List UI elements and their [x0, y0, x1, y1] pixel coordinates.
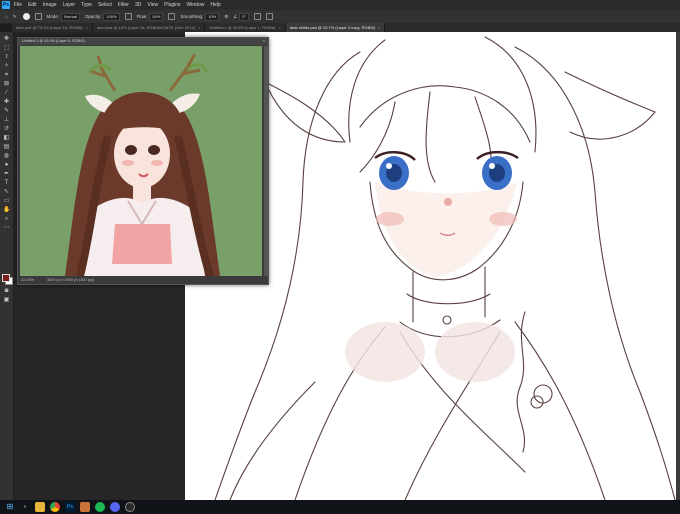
blur-tool-icon[interactable]: ◍ [3, 153, 10, 159]
flow-field[interactable]: 50% [149, 12, 164, 21]
close-icon[interactable]: × [198, 25, 200, 30]
obs-icon[interactable] [125, 502, 135, 512]
menu-file[interactable]: File [14, 2, 22, 8]
tools-panel: ✥ ⬚ ℓ ✧ ⌗ ⊠ ⁄ ✚ ✎ ⊥ ↺ ◧ ▤ ◍ ● ✒ T ↖ ▭ ✋ … [0, 32, 14, 500]
close-icon[interactable]: × [263, 38, 265, 45]
tab-label: deer.psd @ 10% (Layer 16, RGB/8#/CMYK (G… [96, 25, 195, 30]
quick-mask-icon[interactable]: ◙ [3, 288, 10, 294]
photoshop-icon[interactable]: Ps [65, 502, 75, 512]
tab-document-2[interactable]: deer.psd @ 10% (Layer 16, RGB/8#/CMYK (G… [93, 23, 206, 32]
airbrush-icon[interactable] [168, 13, 176, 20]
spotify-icon[interactable] [95, 502, 105, 512]
tab-document-3[interactable]: Untitled-1 @ 39.6% (Layer 1, RGB/8) × [205, 23, 286, 32]
path-selection-tool-icon[interactable]: ↖ [3, 189, 10, 195]
canvas-scrollbar[interactable] [676, 32, 680, 500]
smoothing-field[interactable]: 10% [205, 12, 220, 21]
menu-image[interactable]: Image [43, 2, 57, 8]
window-title-bar[interactable]: Untitled-1 @ 53.9% (Layer 0, RGB/8) × [18, 38, 268, 45]
brush-preset-picker[interactable] [22, 13, 30, 20]
clone-stamp-tool-icon[interactable]: ⊥ [3, 117, 10, 123]
more-tools-icon[interactable]: ⋯ [3, 225, 10, 231]
mode-label: Mode: [46, 14, 60, 19]
eraser-tool-icon[interactable]: ◧ [3, 135, 10, 141]
menu-view[interactable]: View [147, 2, 158, 8]
tab-label: deer.psd @ 73.1% (Layer 16, RGB/8) [16, 25, 83, 30]
home-icon[interactable]: ⌂ [5, 14, 8, 19]
brush-tool-icon[interactable]: ✎ [3, 108, 10, 114]
document-tab-bar: deer.psd @ 73.1% (Layer 16, RGB/8) × deer… [12, 23, 680, 32]
type-tool-icon[interactable]: T [3, 180, 10, 186]
tab-label: dear shiller.psd @ 22.7% (Layer 4 copy, … [289, 25, 375, 30]
frame-tool-icon[interactable]: ⊠ [3, 81, 10, 87]
smoothing-label: Smoothing: [180, 14, 204, 19]
menu-window[interactable]: Window [187, 2, 205, 8]
mode-select[interactable]: Normal [61, 12, 80, 21]
options-bar: ⌂ ✎ Mode: Normal Opacity: 100% Flow: 50%… [0, 10, 680, 24]
mode-control: Mode: Normal [46, 12, 80, 21]
menu-edit[interactable]: Edit [28, 2, 37, 8]
rectangle-tool-icon[interactable]: ▭ [3, 198, 10, 204]
angle-icon: ∠ [233, 13, 238, 19]
window-status-bar: 22.43% 3000 px x 3000 px (300 ppi) [18, 277, 268, 284]
angle-control: ∠ 0° [233, 12, 250, 21]
foreground-color-swatch[interactable] [2, 274, 10, 282]
menu-3d[interactable]: 3D [135, 2, 141, 8]
document-size: 3000 px x 3000 px (300 ppi) [46, 278, 95, 282]
menu-bar: Ps File Edit Image Layer Type Select Fil… [0, 0, 680, 10]
gradient-tool-icon[interactable]: ▤ [3, 144, 10, 150]
windows-taskbar: ⊞ ⌕ Ps [0, 500, 680, 514]
window-scrollbar[interactable] [264, 46, 268, 276]
opacity-control: Opacity: 100% [84, 12, 120, 21]
move-tool-icon[interactable]: ✥ [3, 36, 10, 42]
brush-settings-icon[interactable] [34, 13, 42, 20]
opacity-label: Opacity: [84, 14, 102, 19]
brush-tool-icon[interactable]: ✎ [13, 14, 17, 20]
symmetry-icon[interactable] [266, 13, 274, 20]
reference-document-window[interactable]: Untitled-1 @ 53.9% (Layer 0, RGB/8) × 22… [17, 37, 269, 285]
history-brush-tool-icon[interactable]: ↺ [3, 126, 10, 132]
tab-label: Untitled-1 @ 39.6% (Layer 1, RGB/8) [209, 25, 276, 30]
photoshop-logo-icon[interactable]: Ps [2, 1, 10, 9]
menu-select[interactable]: Select [98, 2, 112, 8]
healing-brush-tool-icon[interactable]: ✚ [3, 99, 10, 105]
reference-illustration [20, 46, 262, 276]
lasso-tool-icon[interactable]: ℓ [3, 54, 10, 60]
tab-document-4-active[interactable]: dear shiller.psd @ 22.7% (Layer 4 copy, … [285, 23, 386, 32]
chrome-icon[interactable] [50, 502, 60, 512]
windows-icon[interactable]: ⊞ [5, 502, 15, 512]
pressure-size-icon[interactable] [254, 13, 262, 20]
window-title: Untitled-1 @ 53.9% (Layer 0, RGB/8) [22, 39, 85, 43]
menu-help[interactable]: Help [210, 2, 220, 8]
menu-type[interactable]: Type [81, 2, 92, 8]
pen-tool-icon[interactable]: ✒ [3, 171, 10, 177]
marquee-tool-icon[interactable]: ⬚ [3, 45, 10, 51]
close-icon[interactable]: × [378, 25, 380, 30]
close-icon[interactable]: × [86, 25, 88, 30]
screen-mode-icon[interactable]: ▣ [3, 297, 10, 303]
clip-studio-icon[interactable] [80, 502, 90, 512]
search-icon[interactable]: ⌕ [20, 502, 30, 512]
discord-icon[interactable] [110, 502, 120, 512]
smoothing-options-gear-icon[interactable]: ⚙ [224, 14, 228, 20]
hand-tool-icon[interactable]: ✋ [3, 207, 10, 213]
tab-document-1[interactable]: deer.psd @ 73.1% (Layer 16, RGB/8) × [12, 23, 93, 32]
menu-plugins[interactable]: Plugins [164, 2, 180, 8]
close-icon[interactable]: × [278, 25, 280, 30]
file-explorer-icon[interactable] [35, 502, 45, 512]
zoom-tool-icon[interactable]: ⌕ [3, 216, 10, 222]
menu-filter[interactable]: Filter [118, 2, 129, 8]
deer-girl-illustration [20, 46, 262, 276]
angle-field[interactable]: 0° [239, 12, 250, 21]
zoom-level[interactable]: 22.43% [21, 278, 34, 282]
pressure-opacity-icon[interactable] [124, 13, 132, 20]
flow-control: Flow: 50% [136, 12, 164, 21]
eyedropper-tool-icon[interactable]: ⁄ [3, 90, 10, 96]
flow-label: Flow: [136, 14, 148, 19]
magic-wand-tool-icon[interactable]: ✧ [3, 63, 10, 69]
opacity-field[interactable]: 100% [103, 12, 120, 21]
dodge-tool-icon[interactable]: ● [3, 162, 10, 168]
crop-tool-icon[interactable]: ⌗ [3, 72, 10, 78]
smoothing-control: Smoothing: 10% [180, 12, 220, 21]
menu-layer[interactable]: Layer [63, 2, 76, 8]
